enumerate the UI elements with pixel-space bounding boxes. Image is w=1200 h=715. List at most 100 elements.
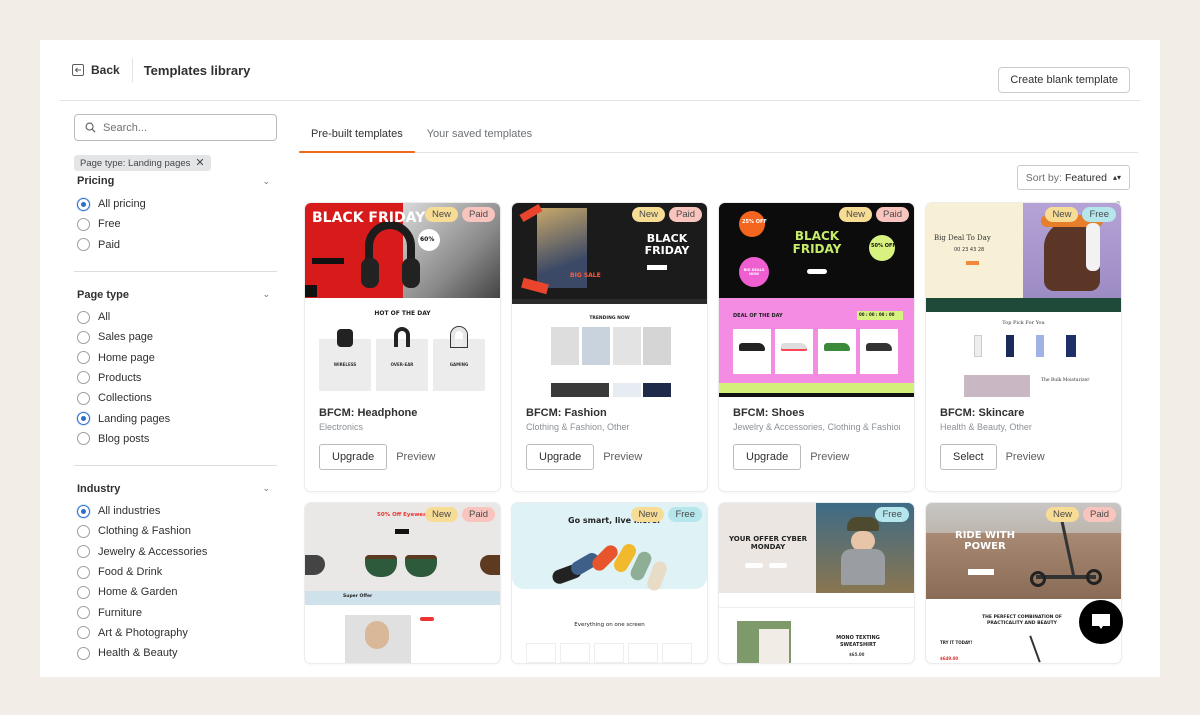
radio[interactable]	[77, 371, 90, 385]
sort-select[interactable]: Sort by: Featured ▴▾	[1016, 165, 1130, 190]
radio-selected[interactable]	[77, 197, 90, 211]
search-field[interactable]	[74, 114, 277, 141]
search-input[interactable]	[103, 121, 253, 134]
thumb-item-label: GAMING	[449, 362, 469, 367]
thumb-headline: BLACK FRIDAY	[644, 232, 690, 257]
badge-free: Free	[875, 507, 909, 522]
industry-option-art[interactable]: Art & Photography	[74, 623, 277, 643]
pricing-option-free[interactable]: Free	[74, 214, 277, 234]
preview-link[interactable]: Preview	[603, 451, 642, 463]
upgrade-button[interactable]: Upgrade	[319, 444, 388, 470]
radio-selected[interactable]	[77, 504, 90, 518]
industry-option-furniture[interactable]: Furniture	[74, 602, 277, 622]
radio[interactable]	[77, 330, 90, 344]
filter-sidebar: Page type: Landing pages ✕ Pricing ⌄ All…	[74, 114, 277, 677]
template-thumbnail[interactable]: BLACK FRIDAY BIG SALE TRENDING NOW New P…	[512, 203, 707, 397]
tab-saved[interactable]: Your saved templates	[415, 128, 544, 152]
radio[interactable]	[77, 432, 90, 446]
page-type-option-all[interactable]: All	[74, 307, 277, 327]
template-thumbnail[interactable]: 25% OFF BLACK FRIDAY 50% OFF BIG DEALS N…	[719, 203, 914, 397]
option-label: All industries	[98, 505, 161, 518]
radio[interactable]	[77, 626, 90, 640]
template-info: BFCM: Shoes Jewelry & Accessories, Cloth…	[719, 397, 914, 470]
thumb-headline: YOUR OFFER CYBER MONDAY	[728, 535, 808, 552]
radio[interactable]	[77, 565, 90, 579]
badge-free: Free	[1082, 207, 1116, 222]
template-thumbnail[interactable]: Go smart, live more. Everything on one s…	[512, 503, 707, 663]
industry-option-clothing[interactable]: Clothing & Fashion	[74, 521, 277, 541]
remove-filter-icon[interactable]: ✕	[195, 157, 204, 169]
radio[interactable]	[77, 524, 90, 538]
thumb-section-title: DEAL OF THE DAY	[733, 313, 783, 319]
template-name: BFCM: Headphone	[319, 407, 418, 419]
radio-selected[interactable]	[77, 412, 90, 426]
template-thumbnail[interactable]: 50% Off Eyewear Super Offer New Paid	[305, 503, 500, 663]
option-label: Paid	[98, 238, 121, 251]
industry-option-food[interactable]: Food & Drink	[74, 562, 277, 582]
badge-group: New Paid	[631, 207, 702, 222]
option-label: Furniture	[98, 606, 143, 619]
thumb-item-label: OVER-EAR	[390, 362, 414, 367]
thumb-item-label: WIRELESS	[333, 362, 357, 367]
thumb-section-title: Everything on one screen	[574, 622, 645, 628]
radio[interactable]	[77, 217, 90, 231]
radio[interactable]	[77, 545, 90, 559]
template-card: YOUR OFFER CYBER MONDAY MONO TEXTING SWE…	[719, 503, 914, 663]
radio[interactable]	[77, 351, 90, 365]
template-actions: Select Preview	[940, 444, 1107, 470]
preview-link[interactable]: Preview	[1006, 451, 1045, 463]
pricing-option-paid[interactable]: Paid	[74, 235, 277, 255]
radio[interactable]	[77, 646, 90, 660]
sort-value: Featured	[1064, 171, 1107, 184]
preview-link[interactable]: Preview	[396, 451, 435, 463]
page-type-option-sales[interactable]: Sales page	[74, 327, 277, 347]
page-type-option-products[interactable]: Products	[74, 368, 277, 388]
pricing-option-all[interactable]: All pricing	[74, 194, 277, 214]
option-label: Free	[98, 218, 121, 231]
tab-pre-built[interactable]: Pre-built templates	[299, 128, 415, 153]
industry-title: Industry	[77, 482, 121, 495]
radio[interactable]	[77, 310, 90, 324]
template-thumbnail[interactable]: YOUR OFFER CYBER MONDAY MONO TEXTING SWE…	[719, 503, 914, 663]
radio[interactable]	[77, 391, 90, 405]
template-card: BLACK FRIDAY BIG SALE TRENDING NOW New P…	[512, 203, 707, 491]
active-filter-chip: Page type: Landing pages ✕	[74, 155, 211, 171]
select-button[interactable]: Select	[940, 444, 997, 470]
industry-option-jewelry[interactable]: Jewelry & Accessories	[74, 542, 277, 562]
radio[interactable]	[77, 606, 90, 620]
page-title: Templates library	[143, 62, 251, 78]
badge-group: New Paid	[424, 507, 495, 522]
template-actions: Upgrade Preview	[526, 444, 693, 470]
upgrade-button[interactable]: Upgrade	[733, 444, 802, 470]
page-type-option-landing[interactable]: Landing pages	[74, 408, 277, 428]
industry-option-all[interactable]: All industries	[74, 501, 277, 521]
chat-support-button[interactable]	[1079, 600, 1123, 644]
create-blank-template-button[interactable]: Create blank template	[998, 67, 1130, 93]
badge-new: New	[631, 207, 665, 222]
preview-link[interactable]: Preview	[810, 451, 849, 463]
back-button[interactable]: Back	[60, 58, 133, 82]
page-type-section-header[interactable]: Page type ⌄	[74, 289, 277, 301]
template-name: BFCM: Shoes	[733, 407, 805, 419]
template-info: BFCM: Fashion Clothing & Fashion, Other …	[512, 397, 707, 470]
radio[interactable]	[77, 585, 90, 599]
page-type-option-collections[interactable]: Collections	[74, 388, 277, 408]
option-label: Blog posts	[98, 432, 150, 445]
template-thumbnail[interactable]: BLACK FRIDAY 60% HOT OF THE DAY WIRELESS…	[305, 203, 500, 397]
industry-section-header[interactable]: Industry ⌄	[74, 483, 277, 495]
option-label: All pricing	[98, 198, 146, 211]
industry-option-home-garden[interactable]: Home & Garden	[74, 582, 277, 602]
badge-paid: Paid	[461, 507, 495, 522]
upgrade-button[interactable]: Upgrade	[526, 444, 595, 470]
pricing-title: Pricing	[77, 175, 115, 187]
page-type-option-blog[interactable]: Blog posts	[74, 429, 277, 449]
radio[interactable]	[77, 238, 90, 252]
badge-group: New Paid	[424, 207, 495, 222]
template-thumbnail[interactable]: Big Deal To Day 00 23 43 28 Top Pick For…	[926, 203, 1121, 397]
industry-option-health[interactable]: Health & Beauty	[74, 643, 277, 663]
pricing-section-header[interactable]: Pricing ⌄	[74, 175, 277, 187]
template-card: Go smart, live more. Everything on one s…	[512, 503, 707, 663]
option-label: Collections	[98, 392, 152, 405]
page-type-option-home[interactable]: Home page	[74, 347, 277, 367]
badge-paid: Paid	[875, 207, 909, 222]
